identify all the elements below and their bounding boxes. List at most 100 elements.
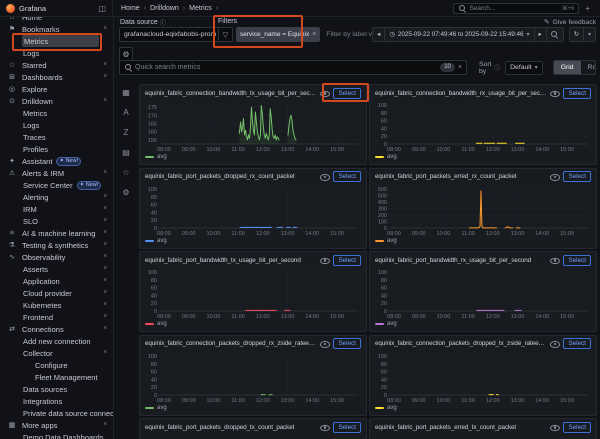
eye-icon[interactable] bbox=[320, 172, 331, 181]
select-button[interactable]: Select bbox=[333, 171, 361, 182]
funnel-button[interactable]: ▽ bbox=[218, 27, 233, 42]
alerts-icon: ⚠ bbox=[8, 170, 16, 177]
sidebar-item-private-data-source-connect[interactable]: Private data source connect bbox=[0, 407, 113, 419]
metric-panel: equinix_fabric_connection_bandwidth_tx_u… bbox=[139, 84, 367, 165]
sidebar-item-testing-synthetics[interactable]: ⚗ Testing & synthetics ˅ bbox=[0, 239, 113, 251]
sidebar-item-configure[interactable]: Configure bbox=[0, 359, 113, 371]
sidebar-item-alerts-irm[interactable]: ⚠ Alerts & IRM ˄ bbox=[0, 167, 113, 179]
breadcrumb-item-metrics[interactable]: Metrics bbox=[189, 5, 212, 12]
add-icon[interactable]: + bbox=[585, 4, 590, 13]
quick-search-input[interactable]: Quick search metrics 10 × bbox=[119, 60, 467, 75]
chevron-down-icon: ˅ bbox=[103, 278, 107, 284]
breadcrumb-item-home[interactable]: Home bbox=[121, 5, 140, 12]
sidebar-item-starred[interactable]: ☆ Starred ˅ bbox=[0, 59, 113, 71]
sidebar-item-logs[interactable]: Logs bbox=[0, 47, 113, 59]
eye-icon[interactable] bbox=[550, 256, 561, 265]
sidebar-item-demo-data-dashboards[interactable]: Demo Data Dashboards bbox=[0, 431, 113, 439]
view-mode-switch: Grid Rows bbox=[552, 60, 596, 75]
settings-gear-icon[interactable]: ⚙ bbox=[120, 186, 133, 199]
sidebar-item-bookmarks[interactable]: ⚑ Bookmarks ˄ bbox=[0, 23, 113, 35]
metrics-toolbar: Quick search metrics 10 × Sort by ⓘ Defau… bbox=[119, 60, 596, 75]
sidebar-item-data-sources[interactable]: Data sources bbox=[0, 383, 113, 395]
sort-az-icon[interactable]: Z bbox=[120, 126, 133, 139]
sidebar-item-alerting[interactable]: Alerting ˅ bbox=[0, 191, 113, 203]
sidebar-item-collector[interactable]: Collector ˄ bbox=[0, 347, 113, 359]
grid-view-button[interactable]: Grid bbox=[553, 61, 581, 74]
eye-icon[interactable] bbox=[320, 423, 331, 432]
sidebar-item-metrics[interactable]: Metrics bbox=[22, 35, 99, 47]
select-button[interactable]: Select bbox=[563, 421, 591, 433]
svg-text:100: 100 bbox=[378, 270, 387, 276]
eye-icon[interactable] bbox=[320, 339, 331, 348]
layout-grid-icon[interactable]: ▦ bbox=[120, 86, 133, 99]
clear-search-icon[interactable]: × bbox=[458, 64, 462, 71]
select-button[interactable]: Select bbox=[563, 338, 591, 349]
time-range-button[interactable]: ◷ 2025-09-22 07:49:46 to 2025-09-22 15:4… bbox=[384, 27, 535, 42]
sidebar-item-slo[interactable]: SLO ˅ bbox=[0, 215, 113, 227]
sidebar-item-assistant[interactable]: ✦ Assistant ✦ New! bbox=[0, 155, 113, 167]
star-icon[interactable]: ☆ bbox=[120, 166, 133, 179]
panel-type-icon[interactable]: ▤ bbox=[120, 146, 133, 159]
sidebar-item-metrics[interactable]: Metrics bbox=[0, 107, 113, 119]
svg-text:40: 40 bbox=[381, 377, 387, 383]
eye-icon[interactable] bbox=[320, 256, 331, 265]
eye-icon[interactable] bbox=[550, 423, 561, 432]
legend-label: avg bbox=[157, 321, 167, 327]
select-button[interactable]: Select bbox=[333, 87, 361, 99]
sidebar-item-cloud-provider[interactable]: Cloud provider ˅ bbox=[0, 287, 113, 299]
sidebar-item-more-apps[interactable]: ▦ More apps ˄ bbox=[0, 419, 113, 431]
select-button[interactable]: Select bbox=[563, 87, 591, 99]
font-size-icon[interactable]: A bbox=[120, 106, 133, 119]
svg-text:10:00: 10:00 bbox=[437, 231, 451, 237]
search-input[interactable]: Search... ⌘+k bbox=[453, 2, 580, 14]
refresh-interval-button[interactable]: ▾ bbox=[582, 27, 596, 42]
breadcrumb-item-drilldown[interactable]: Drilldown bbox=[150, 5, 179, 12]
close-icon[interactable]: × bbox=[312, 31, 316, 38]
refresh-button[interactable]: ↻ bbox=[568, 27, 584, 42]
settings-button[interactable]: ⚙ bbox=[119, 47, 133, 61]
select-button[interactable]: Select bbox=[563, 171, 591, 182]
metric-chart: 08:00 09:00 10:00 11:00 12:00 13:00 14:00 15:00… bbox=[378, 103, 588, 153]
svg-text:100: 100 bbox=[378, 103, 387, 109]
sidebar-item-drilldown[interactable]: ⊙ Drilldown ˄ bbox=[0, 95, 113, 107]
sort-select[interactable]: Default ▾ bbox=[505, 60, 543, 75]
eye-icon[interactable] bbox=[550, 89, 561, 98]
rows-view-button[interactable]: Rows bbox=[580, 61, 595, 74]
select-button[interactable]: Select bbox=[333, 254, 361, 266]
filter-chip[interactable]: service_name = Equinix × bbox=[236, 27, 321, 42]
sidebar-item-application[interactable]: Application ˅ bbox=[0, 275, 113, 287]
eye-icon[interactable] bbox=[550, 339, 561, 348]
sidebar-item-asserts[interactable]: Asserts ˅ bbox=[0, 263, 113, 275]
select-button[interactable]: Select bbox=[333, 338, 361, 349]
time-forward-button[interactable]: ▸ bbox=[533, 27, 547, 42]
sidebar-item-traces[interactable]: Traces bbox=[0, 131, 113, 143]
data-source-select[interactable]: grafanacloud-eqixfabobs-prom ▾ bbox=[119, 27, 233, 42]
eye-icon[interactable] bbox=[550, 172, 561, 181]
svg-text:20: 20 bbox=[151, 218, 157, 224]
metric-panel-header: equinix_fabric_port_bandwidth_tx_usage_b… bbox=[145, 254, 361, 266]
dock-sidebar-icon[interactable]: ◫ bbox=[98, 4, 106, 13]
sidebar-item-connections[interactable]: ⇄ Connections ˄ bbox=[0, 323, 113, 335]
sidebar-item-ai-machine-learning[interactable]: ⚛ AI & machine learning ˅ bbox=[0, 227, 113, 239]
sidebar-item-logs[interactable]: Logs bbox=[0, 119, 113, 131]
select-button[interactable]: Select bbox=[333, 421, 361, 433]
sidebar-item-integrations[interactable]: Integrations bbox=[0, 395, 113, 407]
eye-icon[interactable] bbox=[320, 89, 331, 98]
sidebar-item-service-center[interactable]: Service Center ✦ New! bbox=[0, 179, 113, 191]
sidebar-item-fleet-management[interactable]: Fleet Management bbox=[0, 371, 113, 383]
select-button[interactable]: Select bbox=[563, 254, 591, 266]
svg-text:12:00: 12:00 bbox=[486, 147, 500, 153]
sidebar-item-profiles[interactable]: Profiles bbox=[0, 143, 113, 155]
sidebar-item-irm[interactable]: IRM ˅ bbox=[0, 203, 113, 215]
sidebar-item-observability[interactable]: ∿ Observability ˄ bbox=[0, 251, 113, 263]
sidebar-item-explore[interactable]: ◎ Explore bbox=[0, 83, 113, 95]
sidebar-item-dashboards[interactable]: ⊞ Dashboards ˅ bbox=[0, 71, 113, 83]
sidebar-item-frontend[interactable]: Frontend ˅ bbox=[0, 311, 113, 323]
svg-text:15:00: 15:00 bbox=[330, 398, 344, 404]
sidebar-item-home[interactable]: ⌂ Home bbox=[0, 16, 113, 23]
sidebar-item-add-new-connection[interactable]: Add new connection bbox=[0, 335, 113, 347]
sidebar-item-kubernetes[interactable]: Kubernetes ˅ bbox=[0, 299, 113, 311]
give-feedback-link[interactable]: ✎ Give feedback bbox=[544, 18, 596, 27]
sidebar-item-label: Fleet Management bbox=[35, 372, 98, 382]
zoom-out-button[interactable] bbox=[545, 27, 564, 42]
